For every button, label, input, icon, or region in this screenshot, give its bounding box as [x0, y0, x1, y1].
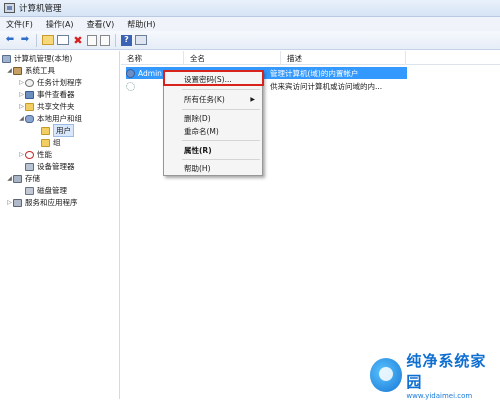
watermark: 纯净系统家园 www.yidaimei.com	[370, 352, 498, 400]
tree-item-services-apps[interactable]: ▷ 服务和应用程序	[6, 197, 77, 208]
up-folder-icon[interactable]	[42, 35, 54, 45]
event-viewer-icon	[25, 90, 34, 99]
highlight-box	[163, 70, 264, 86]
tree-item-groups[interactable]: 组	[41, 137, 61, 148]
expanded-arrow-icon[interactable]: ◢	[6, 175, 13, 182]
column-header-name[interactable]: 名称	[121, 51, 184, 65]
show-hide-tree-icon[interactable]	[57, 35, 69, 45]
mmc-console-icon[interactable]	[135, 35, 147, 45]
properties-icon[interactable]	[87, 34, 97, 46]
toolbar-separator	[36, 33, 37, 47]
delete-icon[interactable]: ✖	[72, 34, 84, 46]
menu-item-all-tasks-label: 所有任务(K)	[184, 95, 225, 104]
computer-icon	[2, 54, 11, 63]
tree-item-disk-management[interactable]: 磁盘管理	[25, 185, 67, 196]
shared-folder-icon	[25, 102, 34, 111]
menu-item-delete[interactable]: 删除(D)	[164, 112, 262, 125]
menu-separator	[182, 109, 260, 110]
menu-item-all-tasks[interactable]: 所有任务(K) ▶	[164, 93, 262, 106]
user-icon	[126, 81, 135, 91]
tree-item-shared-folders[interactable]: ▷ 共享文件夹	[18, 101, 74, 112]
menu-separator	[182, 159, 260, 160]
users-icon	[25, 114, 34, 123]
performance-icon	[25, 150, 34, 159]
computer-management-icon	[4, 3, 15, 13]
menu-item-properties[interactable]: 属性(R)	[164, 144, 262, 157]
collapsed-arrow-icon[interactable]: ▷	[6, 199, 13, 206]
collapsed-arrow-icon[interactable]: ▷	[18, 103, 25, 110]
tools-icon	[13, 66, 22, 75]
menu-item-help[interactable]: 帮助(H)	[164, 162, 262, 175]
title-bar: 计算机管理	[0, 0, 500, 17]
tree-item-device-manager[interactable]: 设备管理器	[25, 161, 75, 172]
storage-icon	[13, 174, 22, 183]
watermark-title: 纯净系统家园	[406, 352, 487, 391]
collapsed-arrow-icon[interactable]: ▷	[18, 91, 25, 98]
toolbar: ⬅ ➡ ✖ ?	[0, 31, 500, 50]
menu-action[interactable]: 操作(A)	[46, 19, 74, 30]
collapsed-arrow-icon[interactable]: ▷	[18, 151, 25, 158]
menu-separator	[182, 89, 260, 90]
folder-icon	[41, 126, 50, 135]
tree-item-storage[interactable]: ◢ 存储	[6, 173, 40, 184]
expanded-arrow-icon[interactable]: ◢	[18, 115, 25, 122]
services-icon	[13, 198, 22, 207]
menu-separator	[182, 140, 260, 141]
folder-icon	[41, 138, 50, 147]
submenu-arrow-icon: ▶	[250, 96, 255, 103]
menu-bar: 文件(F) 操作(A) 查看(V) 帮助(H)	[0, 17, 500, 31]
user-icon	[126, 68, 135, 78]
tree-item-system-tools[interactable]: ◢ 系统工具	[6, 65, 55, 76]
menu-item-rename[interactable]: 重命名(M)	[164, 125, 262, 138]
tree-item-task-scheduler[interactable]: ▷ 任务计划程序	[18, 77, 82, 88]
watermark-logo-icon	[370, 358, 403, 392]
navigation-tree: 计算机管理(本地) ◢ 系统工具 ▷ 任务计划程序 ▷ 事件查看器 ▷ 共享文件…	[0, 51, 120, 399]
tree-item-root[interactable]: 计算机管理(本地)	[2, 53, 72, 64]
tree-item-users[interactable]: 用户	[41, 124, 74, 137]
clock-icon	[25, 78, 34, 87]
menu-file[interactable]: 文件(F)	[6, 19, 33, 30]
export-list-icon[interactable]	[100, 34, 110, 46]
watermark-text: 纯净系统家园 www.yidaimei.com	[406, 350, 498, 400]
forward-arrow-icon[interactable]: ➡	[19, 34, 31, 46]
help-icon[interactable]: ?	[121, 34, 132, 46]
menu-view[interactable]: 查看(V)	[87, 19, 115, 30]
back-arrow-icon[interactable]: ⬅	[4, 34, 16, 46]
row-description: 供来宾访问计算机或访问域的内...	[270, 81, 383, 91]
column-header-fullname[interactable]: 全名	[184, 51, 281, 65]
row-description: 管理计算机(域)的内置帐户	[270, 68, 359, 78]
expanded-arrow-icon[interactable]: ◢	[6, 67, 13, 74]
tree-item-performance[interactable]: ▷ 性能	[18, 149, 52, 160]
collapsed-arrow-icon[interactable]: ▷	[18, 79, 25, 86]
tree-item-local-users-groups[interactable]: ◢ 本地用户和组	[18, 113, 82, 124]
window-title: 计算机管理	[19, 4, 62, 14]
disk-icon	[25, 186, 34, 195]
menu-help[interactable]: 帮助(H)	[127, 19, 155, 30]
toolbar-separator	[115, 33, 116, 47]
device-manager-icon	[25, 162, 34, 171]
tree-item-event-viewer[interactable]: ▷ 事件查看器	[18, 89, 74, 100]
column-header-description[interactable]: 描述	[281, 51, 406, 65]
